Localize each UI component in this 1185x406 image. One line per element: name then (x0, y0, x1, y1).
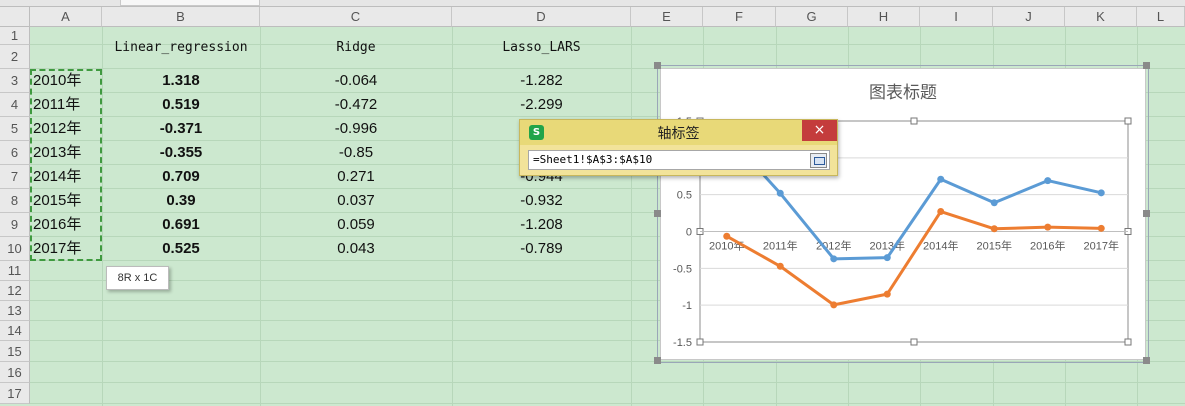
row-header-2[interactable]: 2 (0, 45, 30, 69)
cell-value-c[interactable]: -0.85 (260, 141, 452, 165)
grid-vline (631, 27, 632, 406)
header-lasso-lars[interactable]: Lasso_LARS (452, 40, 631, 55)
row-header-15[interactable]: 15 (0, 341, 30, 362)
selection-marquee (30, 69, 102, 261)
row-header-4[interactable]: 4 (0, 93, 30, 117)
column-header-a[interactable]: A (30, 7, 102, 27)
header-linear-regression[interactable]: Linear_regression (102, 40, 260, 55)
cell-value-d[interactable]: -1.208 (452, 213, 631, 237)
close-button[interactable]: × (802, 120, 837, 141)
cell-value-d[interactable]: -0.932 (452, 189, 631, 213)
x-tick-label: 2015年 (977, 239, 1012, 253)
cell-value-b[interactable]: -0.371 (102, 117, 260, 141)
row-header-5[interactable]: 5 (0, 117, 30, 141)
top-toolbar-strip (0, 0, 1185, 7)
y-tick-label: 0.5 (677, 190, 692, 202)
column-header-c[interactable]: C (260, 7, 452, 27)
plot-area-handle (696, 338, 704, 346)
data-point (883, 290, 891, 298)
x-tick-label: 2014年 (923, 239, 958, 253)
dialog-title: 轴标签 (657, 126, 700, 142)
cell-value-c[interactable]: 0.271 (260, 165, 452, 189)
cell-value-b[interactable]: 1.318 (102, 69, 260, 93)
data-point (776, 262, 784, 270)
cell-value-d[interactable]: -2.299 (452, 93, 631, 117)
column-header-b[interactable]: B (102, 7, 260, 27)
row-header-12[interactable]: 12 (0, 281, 30, 301)
x-tick-label: 2011年 (763, 239, 798, 253)
data-point (1044, 223, 1052, 231)
axis-label-range-input[interactable]: =Sheet1!$A$3:$A$10 (528, 150, 830, 170)
cell-value-b[interactable]: 0.709 (102, 165, 260, 189)
column-header-h[interactable]: H (848, 7, 920, 27)
line-chart: 1.510.50-0.5-1-1.52010年2011年2012年2013年20… (673, 116, 1132, 349)
x-tick-label: 2016年 (1030, 239, 1065, 253)
data-point (1097, 224, 1105, 232)
cell-value-c[interactable]: -0.472 (260, 93, 452, 117)
cell-value-b[interactable]: 0.519 (102, 93, 260, 117)
column-header-e[interactable]: E (631, 7, 703, 27)
cell-value-c[interactable]: -0.064 (260, 69, 452, 93)
cell-value-b[interactable]: 0.525 (102, 237, 260, 261)
cell-value-b[interactable]: 0.39 (102, 189, 260, 213)
data-point (723, 232, 731, 240)
column-header-l[interactable]: L (1137, 7, 1185, 27)
cell-value-c[interactable]: 0.059 (260, 213, 452, 237)
data-point (776, 189, 784, 197)
y-tick-label: -0.5 (673, 263, 692, 275)
column-header-f[interactable]: F (703, 7, 776, 27)
plot-area-handle (910, 117, 918, 125)
row-header-7[interactable]: 7 (0, 165, 30, 189)
row-header-17[interactable]: 17 (0, 383, 30, 404)
column-header-j[interactable]: J (993, 7, 1065, 27)
row-header-6[interactable]: 6 (0, 141, 30, 165)
grid-hline (30, 382, 1185, 383)
cell-value-c[interactable]: 0.037 (260, 189, 452, 213)
cell-value-d[interactable]: -1.282 (452, 69, 631, 93)
cell-value-d[interactable]: -0.789 (452, 237, 631, 261)
row-header-3[interactable]: 3 (0, 69, 30, 93)
row-header-14[interactable]: 14 (0, 321, 30, 341)
y-tick-label: -1 (682, 300, 692, 312)
header-ridge[interactable]: Ridge (260, 40, 452, 55)
range-picker-icon[interactable] (810, 153, 827, 168)
data-point (990, 225, 998, 233)
column-header-d[interactable]: D (452, 7, 631, 27)
column-header-k[interactable]: K (1065, 7, 1137, 27)
sheet-tab-stub[interactable] (120, 0, 260, 6)
x-tick-label: 2010年 (709, 239, 744, 253)
row-header-16[interactable]: 16 (0, 362, 30, 383)
selection-size-tooltip: 8R x 1C (106, 266, 169, 290)
grid-hline (30, 403, 1185, 404)
axis-label-dialog: S 轴标签 × =Sheet1!$A$3:$A$10 (519, 119, 838, 176)
data-point (1044, 177, 1052, 185)
data-point (830, 301, 838, 309)
data-point (990, 199, 998, 207)
data-point (830, 255, 838, 263)
row-header-11[interactable]: 11 (0, 261, 30, 281)
data-point (937, 175, 945, 183)
cell-value-c[interactable]: -0.996 (260, 117, 452, 141)
cell-value-b[interactable]: -0.355 (102, 141, 260, 165)
y-tick-label: -1.5 (673, 337, 692, 349)
y-tick-label: 0 (686, 227, 692, 239)
select-all-corner[interactable] (0, 7, 30, 27)
plot-area-handle (910, 338, 918, 346)
data-point (883, 254, 891, 262)
x-tick-label: 2017年 (1084, 239, 1119, 253)
data-point (937, 208, 945, 216)
row-header-10[interactable]: 10 (0, 237, 30, 261)
row-header-9[interactable]: 9 (0, 213, 30, 237)
column-header-g[interactable]: G (776, 7, 848, 27)
data-point (1097, 189, 1105, 197)
cell-value-b[interactable]: 0.691 (102, 213, 260, 237)
column-header-i[interactable]: I (920, 7, 993, 27)
row-header-8[interactable]: 8 (0, 189, 30, 213)
row-header-1[interactable]: 1 (0, 27, 30, 45)
plot-area-handle (1124, 117, 1132, 125)
cell-value-c[interactable]: 0.043 (260, 237, 452, 261)
plot-area-handle (1124, 338, 1132, 346)
row-header-13[interactable]: 13 (0, 301, 30, 321)
